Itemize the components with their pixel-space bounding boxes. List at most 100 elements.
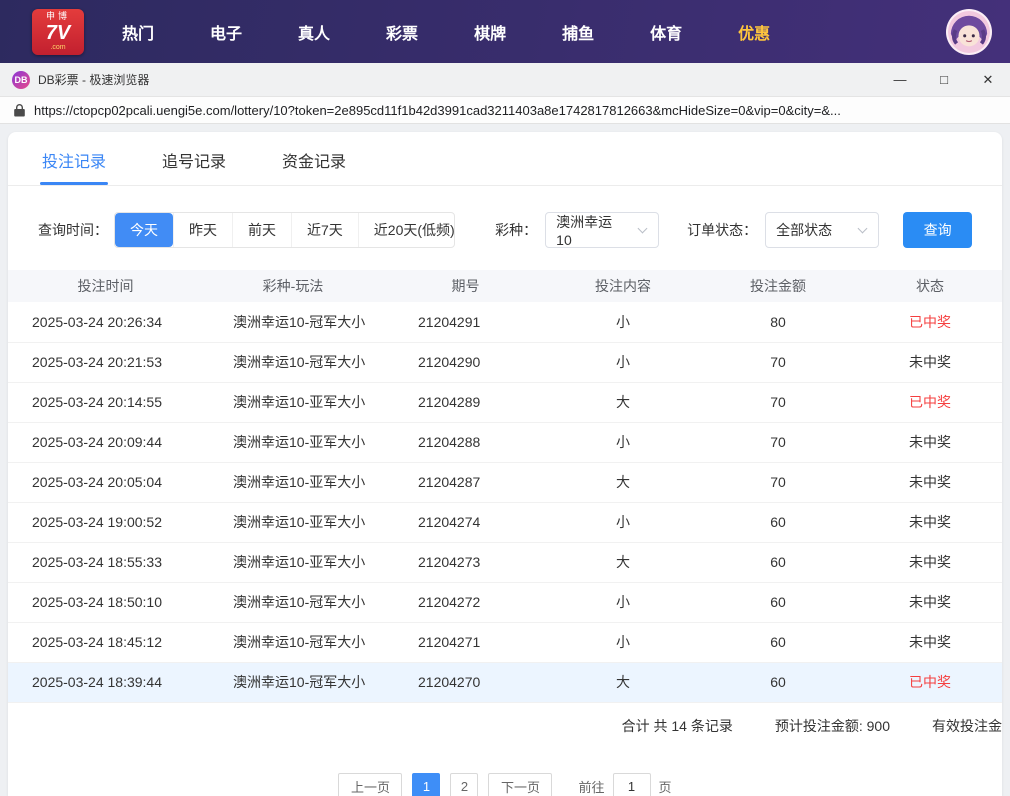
browser-urlbar[interactable]: https://ctopcp02pcali.uengi5e.com/lotter… (0, 97, 1010, 124)
cell-bet-time: 2025-03-24 19:00:52 (32, 514, 162, 530)
cell-status: 未中奖 (909, 474, 951, 490)
cell-lottery-play: 澳洲幸运10-亚军大小 (233, 514, 366, 530)
lottery-select[interactable]: 澳洲幸运10 (545, 212, 660, 248)
nav-item-lottery[interactable]: 彩票 (386, 20, 418, 44)
tab-chase-records[interactable]: 追号记录 (160, 132, 228, 185)
cell-status: 未中奖 (909, 514, 951, 530)
user-avatar[interactable] (946, 8, 992, 55)
cell-status: 未中奖 (909, 634, 951, 650)
filter-today[interactable]: 今天 (115, 213, 173, 247)
table-row: 2025-03-24 18:50:10 澳洲幸运10-冠军大小 21204272 小 6… (8, 582, 1002, 622)
filter-day-before[interactable]: 前天 (232, 213, 291, 247)
chevron-down-icon (637, 223, 648, 234)
nav-item-board-games[interactable]: 棋牌 (474, 20, 506, 44)
cell-status: 已中奖 (909, 674, 951, 690)
page-button-2[interactable]: 2 (450, 772, 479, 796)
filter-yesterday[interactable]: 昨天 (173, 213, 232, 247)
table-row: 2025-03-24 20:05:04 澳洲幸运10-亚军大小 21204287 大 7… (8, 462, 1002, 502)
nav-item-promotions[interactable]: 优惠 (738, 20, 770, 44)
cell-bet-time: 2025-03-24 18:45:12 (32, 634, 162, 650)
table-row: 2025-03-24 20:14:55 澳洲幸运10-亚军大小 21204289 大 7… (8, 382, 1002, 422)
cell-issue: 21204291 (418, 313, 481, 330)
goto-label: 前往 (578, 780, 605, 795)
cell-bet-content: 小 (616, 313, 630, 330)
site-logo-top-text: 申博 (45, 11, 70, 21)
order-status-select[interactable]: 全部状态 (765, 212, 880, 248)
table-row: 2025-03-24 20:09:44 澳洲幸运10-亚军大小 21204288 小 7… (8, 422, 1002, 462)
nav-item-slots[interactable]: 电子 (210, 20, 242, 44)
table-row: 2025-03-24 20:21:53 澳洲幸运10-冠军大小 21204290 小 7… (8, 342, 1002, 382)
time-filter-group: 今天 昨天 前天 近7天 近20天(低频) (114, 212, 456, 248)
avatar-image (948, 10, 990, 53)
cell-bet-content: 大 (616, 554, 630, 570)
cell-bet-amount: 60 (770, 634, 786, 650)
tab-bet-records[interactable]: 投注记录 (40, 132, 109, 185)
cell-bet-time: 2025-03-24 18:39:44 (32, 674, 162, 690)
screen: 申博 7V .com 热门 电子 真人 彩票 棋牌 捕鱼 体育 优惠 DB DB… (0, 0, 1010, 796)
cell-bet-time: 2025-03-24 18:55:33 (32, 554, 162, 570)
cell-lottery-play: 澳洲幸运10-冠军大小 (233, 634, 366, 650)
cell-issue: 21204273 (418, 554, 481, 570)
cell-status: 未中奖 (909, 594, 951, 610)
cell-bet-amount: 70 (770, 474, 786, 490)
pagination: 上一页 1 2 下一页 前往 页 (8, 772, 1002, 796)
page-button-1[interactable]: 1 (412, 772, 441, 796)
close-button[interactable]: ✕ (966, 63, 1010, 97)
chevron-down-icon (857, 223, 868, 234)
tab-fund-records[interactable]: 资金记录 (280, 132, 348, 185)
cell-bet-content: 小 (616, 634, 630, 650)
nav-item-sports[interactable]: 体育 (650, 20, 682, 44)
page-unit-label: 页 (658, 780, 672, 795)
url-text: https://ctopcp02pcali.uengi5e.com/lotter… (34, 102, 841, 118)
header-bet-amount: 投注金额 (750, 278, 806, 294)
bet-records-table: 投注时间 彩种-玩法 期号 投注内容 投注金额 状态 2025-03-24 20… (8, 270, 1002, 703)
table-row: 2025-03-24 18:55:33 澳洲幸运10-亚军大小 21204273 大 6… (8, 542, 1002, 582)
cell-bet-content: 小 (616, 514, 630, 530)
minimize-button[interactable]: — (878, 63, 922, 97)
cell-lottery-play: 澳洲幸运10-冠军大小 (233, 354, 366, 370)
search-button[interactable]: 查询 (903, 212, 972, 248)
filter-last-7-days[interactable]: 近7天 (291, 213, 358, 247)
summary-bar: 合计 共 14 条记录 预计投注金额: 900 有效投注金额 (8, 703, 1002, 749)
cell-bet-amount: 70 (770, 394, 786, 410)
cell-issue: 21204287 (418, 474, 481, 490)
goto-page-input[interactable] (612, 772, 651, 796)
summary-total-records: 合计 共 14 条记录 (621, 717, 733, 734)
order-status-label: 订单状态： (687, 222, 758, 238)
nav-item-fishing[interactable]: 捕鱼 (562, 20, 594, 44)
cell-bet-amount: 60 (770, 674, 786, 690)
header-status: 状态 (916, 278, 944, 294)
cell-bet-time: 2025-03-24 20:26:34 (32, 313, 162, 330)
prev-page-button[interactable]: 上一页 (338, 772, 403, 796)
top-navbar: 申博 7V .com 热门 电子 真人 彩票 棋牌 捕鱼 体育 优惠 (0, 0, 1010, 63)
main-nav: 热门 电子 真人 彩票 棋牌 捕鱼 体育 优惠 (122, 20, 770, 44)
cell-lottery-play: 澳洲幸运10-亚军大小 (233, 434, 366, 450)
summary-expected-amount: 预计投注金额: 900 (774, 717, 890, 734)
window-controls: — □ ✕ (878, 63, 1010, 97)
maximize-button[interactable]: □ (922, 63, 966, 97)
window-title: DB彩票 - 极速浏览器 (38, 73, 150, 87)
table-row: 2025-03-24 19:00:52 澳洲幸运10-亚军大小 21204274 小 6… (8, 502, 1002, 542)
nav-item-hot[interactable]: 热门 (122, 20, 154, 44)
cell-lottery-play: 澳洲幸运10-亚军大小 (233, 474, 366, 490)
cell-status: 未中奖 (909, 554, 951, 570)
header-bet-content: 投注内容 (595, 278, 651, 294)
lottery-select-value: 澳洲幸运10 (556, 214, 613, 248)
lottery-filter-label: 彩种： (495, 222, 538, 238)
cell-bet-content: 大 (616, 474, 630, 490)
site-logo[interactable]: 申博 7V .com (32, 8, 84, 55)
cell-bet-content: 小 (616, 354, 630, 370)
filter-last-20-days[interactable]: 近20天(低频) (357, 213, 454, 247)
lock-icon[interactable] (14, 103, 25, 117)
cell-issue: 21204270 (418, 674, 481, 690)
cell-bet-content: 小 (616, 434, 630, 450)
cell-issue: 21204274 (418, 514, 481, 530)
next-page-button[interactable]: 下一页 (488, 772, 553, 796)
cell-bet-time: 2025-03-24 20:14:55 (32, 394, 162, 410)
cell-bet-amount: 60 (770, 554, 786, 570)
nav-item-live[interactable]: 真人 (298, 20, 330, 44)
cell-issue: 21204290 (418, 354, 481, 370)
cell-lottery-play: 澳洲幸运10-亚军大小 (233, 554, 366, 570)
site-logo-sub-text: .com (50, 44, 66, 51)
cell-bet-time: 2025-03-24 18:50:10 (32, 594, 162, 610)
